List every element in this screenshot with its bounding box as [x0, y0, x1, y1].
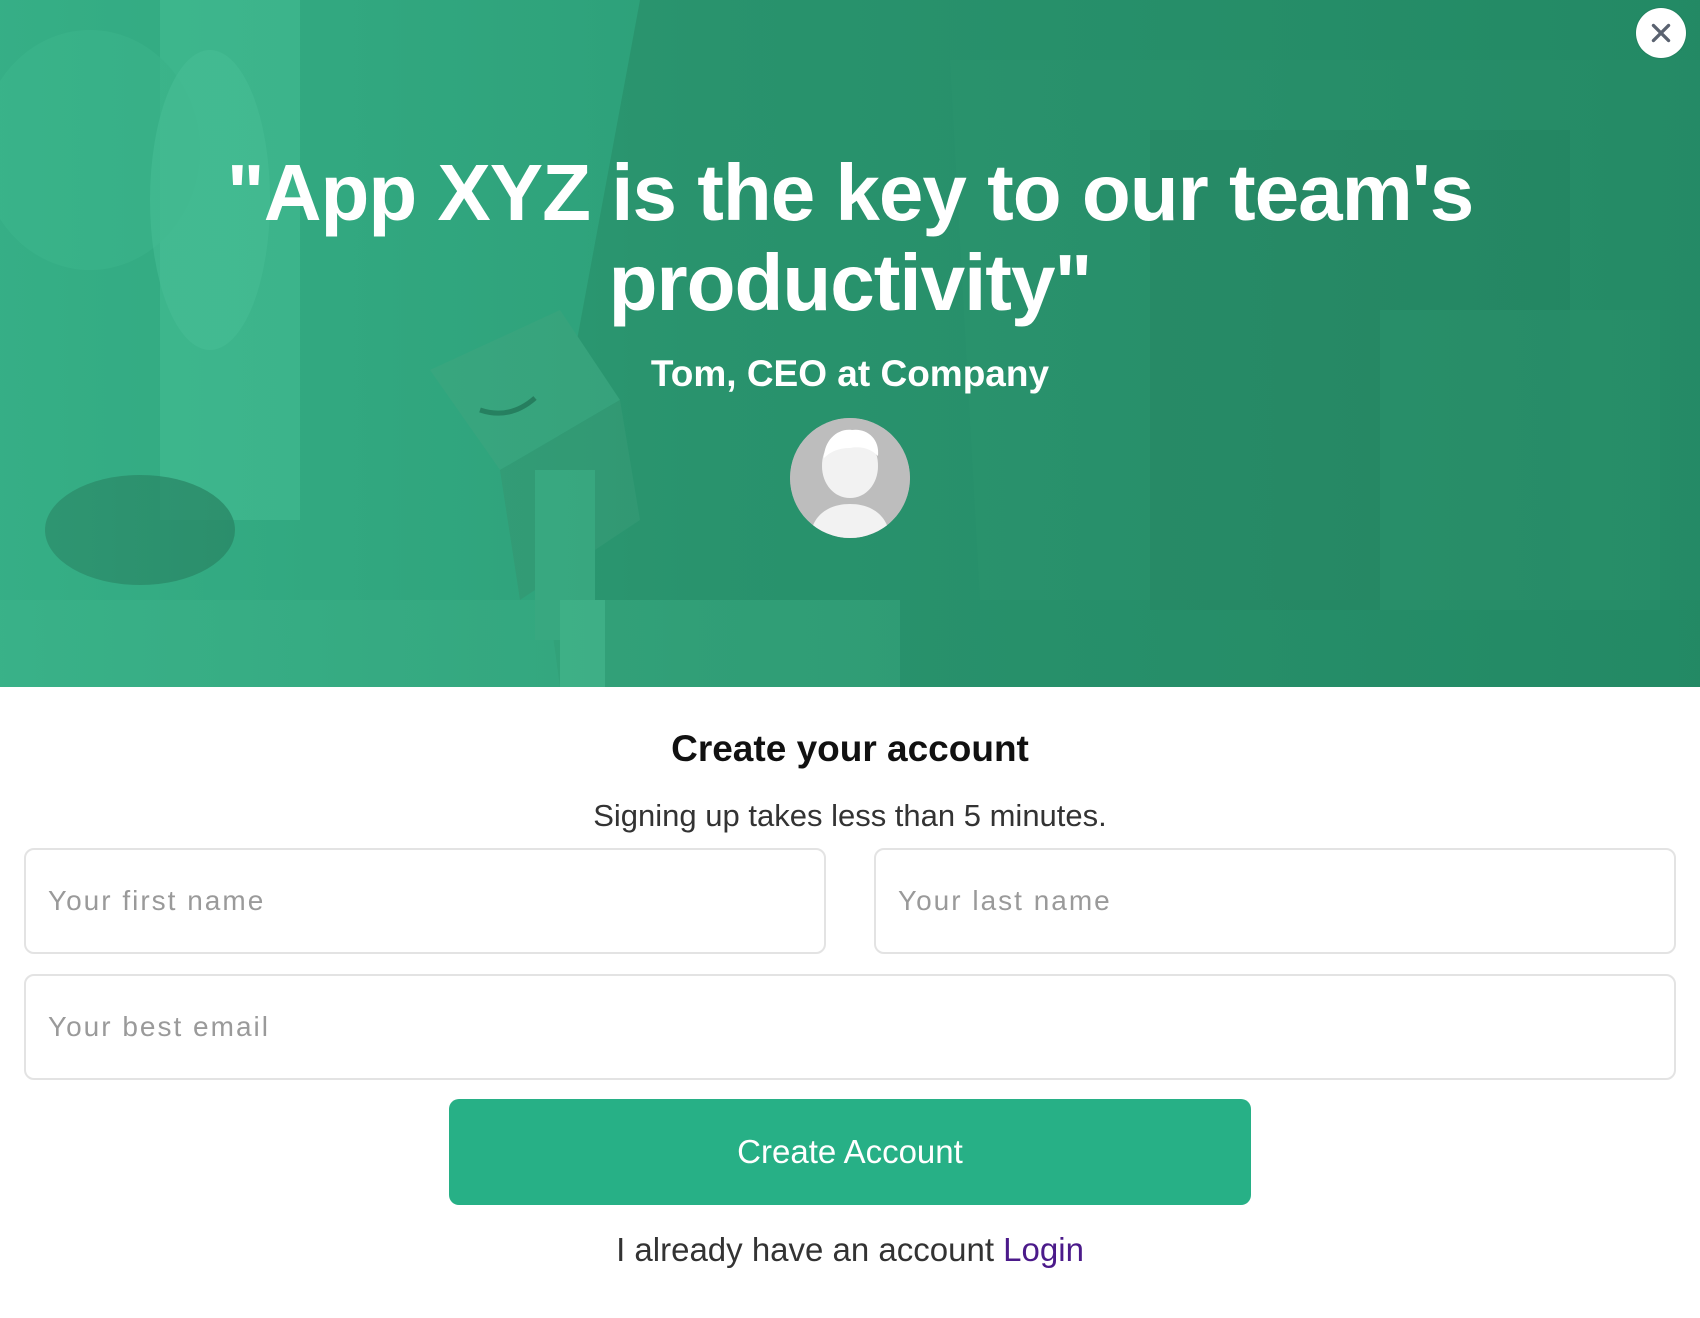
- hero-banner: "App XYZ is the key to our team's produc…: [0, 0, 1700, 687]
- testimonial-author: Tom, CEO at Company: [650, 353, 1050, 394]
- testimonial-quote: "App XYZ is the key to our team's produc…: [226, 148, 1474, 327]
- email-field[interactable]: [24, 974, 1676, 1080]
- close-icon: [1651, 23, 1671, 43]
- login-prompt-text: I already have an account: [616, 1231, 994, 1268]
- first-name-field[interactable]: [24, 848, 826, 954]
- hero-overlay: [0, 0, 1700, 687]
- avatar: [790, 418, 910, 538]
- create-account-button[interactable]: Create Account: [449, 1099, 1251, 1205]
- user-silhouette-icon: [790, 418, 910, 538]
- form-subtitle: Signing up takes less than 5 minutes.: [593, 798, 1107, 833]
- login-prompt-line: I already have an account Login: [0, 1230, 1700, 1270]
- last-name-field[interactable]: [874, 848, 1676, 954]
- close-button[interactable]: [1636, 8, 1686, 58]
- form-title: Create your account: [671, 728, 1029, 769]
- login-link[interactable]: Login: [1003, 1231, 1084, 1268]
- signup-modal: "App XYZ is the key to our team's produc…: [0, 0, 1700, 1318]
